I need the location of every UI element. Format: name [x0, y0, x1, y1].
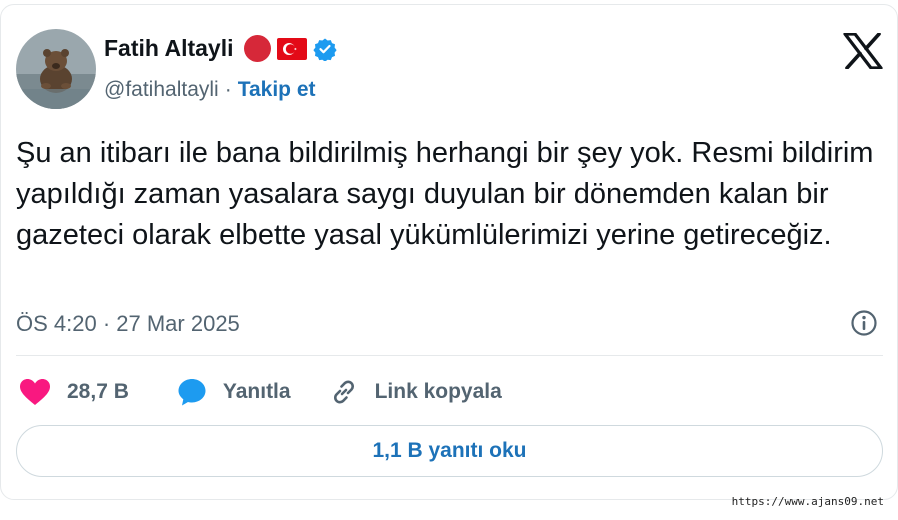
like-button[interactable]: 28,7 B — [19, 378, 129, 406]
tweet-card: Fatih Altayli @fatihaltayli · Takip et Ş… — [0, 4, 898, 500]
tweet-timestamp[interactable]: ÖS 4:20 · 27 Mar 2025 — [16, 311, 240, 337]
heart-icon — [20, 379, 50, 405]
divider — [16, 355, 883, 356]
handle-row: @fatihaltayli · Takip et — [104, 78, 316, 102]
info-icon[interactable] — [850, 309, 878, 337]
copy-link-label: Link kopyala — [374, 380, 502, 403]
verified-badge-icon — [312, 38, 337, 61]
reply-button[interactable]: Yanıtla — [177, 377, 291, 407]
turkey-flag-icon — [276, 37, 307, 60]
follow-button[interactable]: Takip et — [238, 78, 316, 102]
avatar[interactable] — [16, 29, 96, 109]
link-icon — [333, 380, 354, 404]
speech-bubble-icon — [178, 379, 206, 406]
author-handle[interactable]: @fatihaltayli — [104, 78, 219, 102]
action-bar: 28,7 B Yanıtla Link kopyala — [19, 375, 540, 409]
separator-dot: · — [224, 78, 232, 101]
watermark: https://www.ajans09.net — [731, 495, 884, 508]
copy-link-button[interactable]: Link kopyala — [329, 377, 502, 407]
like-count: 28,7 B — [67, 380, 129, 403]
reply-label: Yanıtla — [222, 380, 291, 403]
read-replies-button[interactable]: 1,1 B yanıtı oku — [16, 425, 883, 477]
author-row: Fatih Altayli — [104, 35, 337, 62]
x-logo-icon[interactable] — [843, 33, 883, 69]
red-circle-emoji-icon — [243, 35, 271, 62]
tweet-text: Şu an itibarı ile bana bildirilmiş herha… — [16, 137, 874, 251]
author-name[interactable]: Fatih Altayli — [104, 35, 234, 62]
